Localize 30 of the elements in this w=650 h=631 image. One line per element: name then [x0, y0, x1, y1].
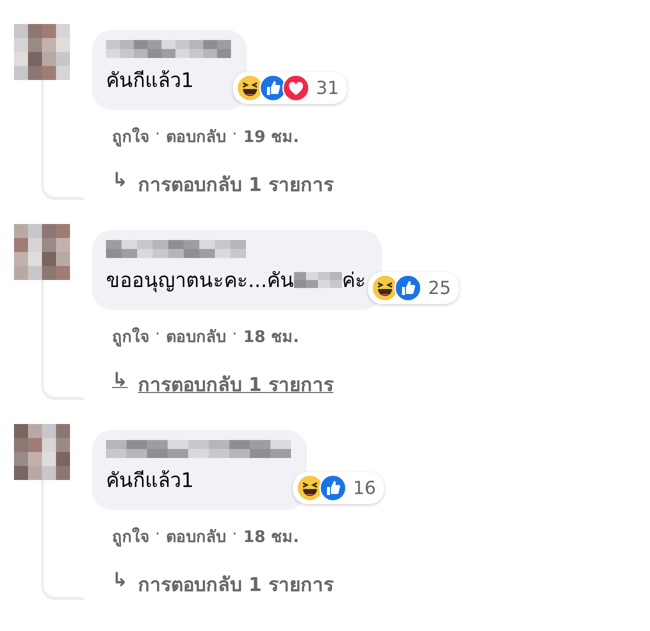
pixelated-avatar-drawing — [14, 424, 70, 480]
comment-text: คันกีแล้ว1 — [106, 467, 195, 494]
view-replies-link[interactable]: ↳ การตอบกลับ 1 รายการ — [112, 369, 334, 399]
separator-dot: · — [155, 524, 160, 545]
action-link[interactable]: ถูกใจ — [112, 124, 149, 149]
timestamp: 18 ชม. — [243, 526, 300, 548]
separator-dot: · — [155, 324, 160, 345]
comment-text: คันกีแล้ว1 — [106, 67, 195, 94]
separator-dot: · — [155, 124, 160, 145]
pixelated-avatar-drawing — [14, 24, 70, 80]
action-link[interactable]: ถูกใจ — [112, 524, 149, 549]
separator-dot: · — [232, 524, 238, 545]
pixelated-text-drawing — [294, 272, 342, 288]
comment-text: ขออนุญาตนะคะ...คัน ค่ะ — [106, 267, 366, 294]
view-replies-link[interactable]: ↳ การตอบกลับ 1 รายการ — [112, 569, 334, 599]
thumbs-up-icon — [394, 274, 422, 302]
reaction-summary[interactable]: 16 — [293, 472, 384, 504]
timestamp: 18 ชม. — [243, 326, 300, 348]
thumbs-up-icon — [319, 474, 347, 502]
reaction-summary[interactable]: 25 — [368, 272, 459, 304]
timestamp: 19 ชม. — [243, 126, 300, 148]
reaction-summary[interactable]: 31 — [233, 72, 347, 104]
separator-dot: · — [232, 324, 238, 345]
action-link[interactable]: ตอบกลับ — [166, 324, 226, 349]
action-link[interactable]: ตอบกลับ — [166, 524, 226, 549]
action-link[interactable]: ตอบกลับ — [166, 124, 226, 149]
separator-dot: · — [232, 124, 238, 145]
view-replies-link[interactable]: ↳ การตอบกลับ 1 รายการ — [112, 169, 334, 199]
action-link[interactable]: ถูกใจ — [112, 324, 149, 349]
pixelated-avatar-drawing — [14, 224, 70, 280]
